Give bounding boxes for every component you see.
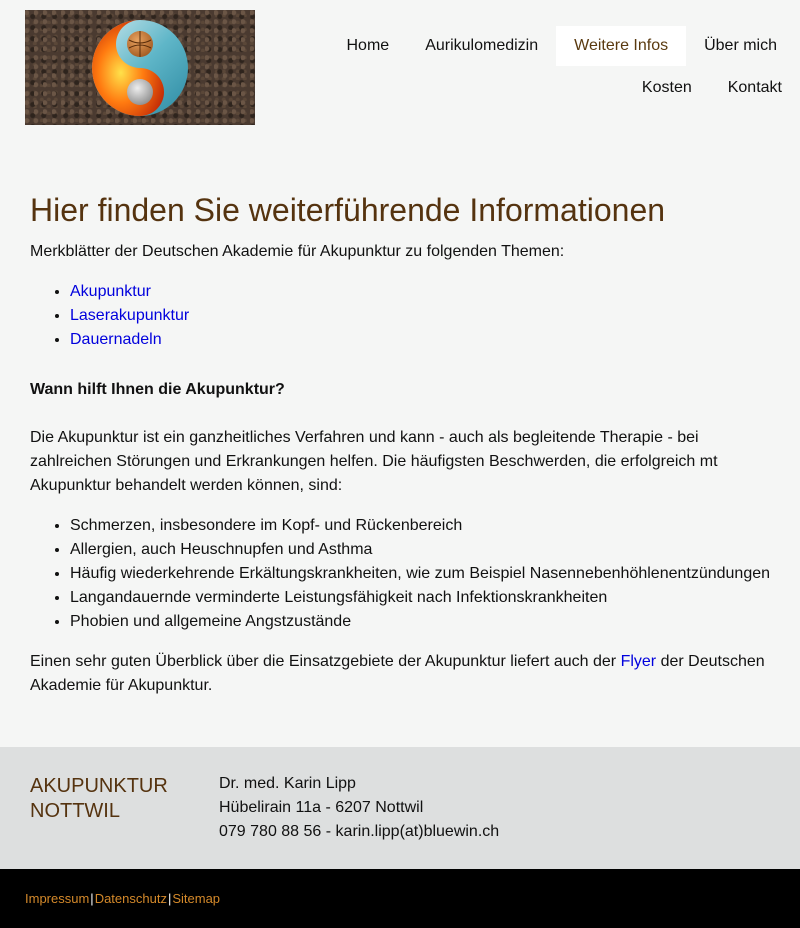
link-flyer[interactable]: Flyer [621,653,657,670]
brand-line-2: NOTTWIL [30,800,120,822]
contact-footer: AKUPUNKTUR NOTTWIL Dr. med. Karin Lipp H… [0,747,800,869]
contact-info: Dr. med. Karin Lipp Hübelirain 11a - 620… [219,772,499,844]
list-item: Phobien und allgemeine Angstzustände [70,610,770,634]
description-paragraph: Die Akupunktur ist ein ganzheitliches Ve… [30,429,718,494]
outro-text: Einen sehr guten Überblick über die Eins… [30,650,770,698]
legal-bar: Impressum|Datenschutz|Sitemap [0,869,800,928]
nav-home[interactable]: Home [329,26,408,66]
list-item: Laserakupunktur [70,304,770,328]
link-akupunktur[interactable]: Akupunktur [70,283,151,300]
list-item: Langandauernde verminderte Leistungsfähi… [70,586,770,610]
yin-yang-icon [92,20,188,116]
link-datenschutz[interactable]: Datenschutz [95,891,167,906]
nav-kontakt[interactable]: Kontakt [710,68,800,108]
nav-ueber-mich[interactable]: Über mich [686,26,800,66]
nav-kosten[interactable]: Kosten [624,68,710,108]
list-item: Akupunktur [70,280,770,304]
contact-phone-email: 079 780 88 56 - karin.lipp(at)bluewin.ch [219,823,500,840]
link-impressum[interactable]: Impressum [25,891,89,906]
footer-brand: AKUPUNKTUR NOTTWIL [30,774,168,824]
brand-line-1: AKUPUNKTUR [30,775,168,797]
legal-links: Impressum|Datenschutz|Sitemap [25,891,220,906]
conditions-list: Schmerzen, insbesondere im Kopf- und Rüc… [30,514,770,634]
outro-text-before: Einen sehr guten Überblick über die Eins… [30,653,621,670]
list-item: Schmerzen, insbesondere im Kopf- und Rüc… [70,514,770,538]
intro-text: Merkblätter der Deutschen Akademie für A… [30,243,565,260]
link-dauernadeln[interactable]: Dauernadeln [70,331,162,348]
list-item: Häufig wiederkehrende Erkältungskrankhei… [70,562,770,586]
merkblatt-link-list: Akupunktur Laserakupunktur Dauernadeln [30,280,770,352]
contact-name: Dr. med. Karin Lipp [219,775,356,792]
site-header: Home Aurikulomedizin Weitere Infos Über … [0,0,800,150]
nav-weitere-infos[interactable]: Weitere Infos [556,26,687,66]
link-sitemap[interactable]: Sitemap [172,891,220,906]
list-item: Allergien, auch Heuschnupfen und Asthma [70,538,770,562]
contact-address: Hübelirain 11a - 6207 Nottwil [219,799,424,816]
main-nav: Home Aurikulomedizin Weitere Infos Über … [290,26,800,108]
section-heading: Wann hilft Ihnen die Akupunktur? [30,381,285,398]
page-title: Hier finden Sie weiterführende Informati… [30,192,666,228]
nav-aurikulomedizin[interactable]: Aurikulomedizin [407,26,556,66]
yin-yang-logo[interactable] [25,10,255,125]
link-laserakupunktur[interactable]: Laserakupunktur [70,307,189,324]
list-item: Dauernadeln [70,328,770,352]
main-content: Hier finden Sie weiterführende Informati… [0,190,800,698]
